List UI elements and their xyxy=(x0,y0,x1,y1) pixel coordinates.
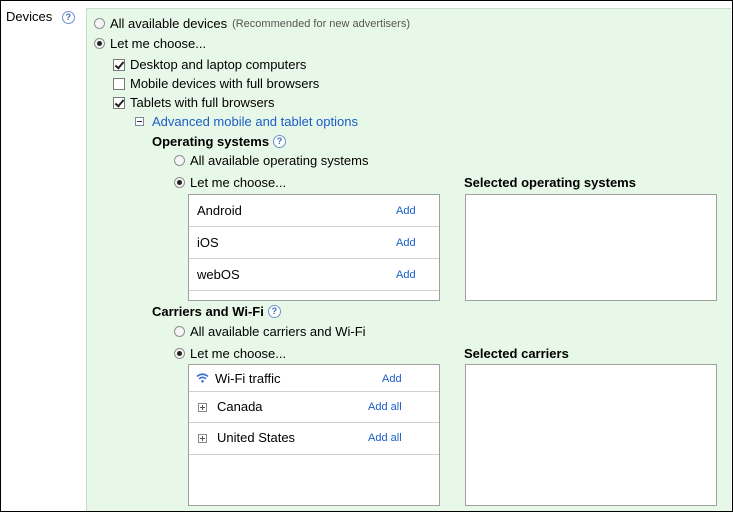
os-item-name: webOS xyxy=(197,267,240,282)
expand-plus-icon[interactable] xyxy=(198,403,207,412)
choose-carriers-radio-row[interactable]: Let me choose... xyxy=(174,346,286,361)
tablets-checkbox[interactable] xyxy=(113,96,125,109)
list-item: United States Add all xyxy=(189,423,439,455)
list-item: webOS Add xyxy=(189,259,439,291)
choose-carriers-label: Let me choose... xyxy=(190,346,287,361)
list-item: Canada Add all xyxy=(189,392,439,423)
selected-carriers-list[interactable] xyxy=(465,364,717,506)
all-carriers-radio[interactable] xyxy=(174,326,185,337)
add-all-carrier-button[interactable]: Add all xyxy=(368,432,402,444)
expand-plus-icon[interactable] xyxy=(198,434,207,443)
collapse-minus-icon[interactable] xyxy=(135,117,144,126)
advanced-options-link[interactable]: Advanced mobile and tablet options xyxy=(152,114,358,129)
devices-label: Devices xyxy=(6,9,53,24)
all-os-radio-row[interactable]: All available operating systems xyxy=(174,153,368,168)
choose-devices-radio-row[interactable]: Let me choose... xyxy=(94,36,206,51)
devices-section-label: Devices ? xyxy=(6,9,75,25)
all-os-label: All available operating systems xyxy=(190,153,369,168)
selected-os-heading-text: Selected operating systems xyxy=(464,175,636,190)
choose-os-label: Let me choose... xyxy=(190,175,287,190)
os-heading: Operating systems ? xyxy=(152,134,287,149)
advanced-options-toggle[interactable]: Advanced mobile and tablet options xyxy=(135,114,358,129)
carrier-item-name: Canada xyxy=(217,399,263,414)
list-item: Wi-Fi traffic Add xyxy=(189,365,439,392)
mobile-checkbox[interactable] xyxy=(113,77,125,90)
selected-carriers-heading: Selected carriers xyxy=(464,346,569,361)
device-option-tablets[interactable]: Tablets with full browsers xyxy=(113,95,275,110)
selected-os-heading: Selected operating systems xyxy=(464,175,636,190)
carriers-heading-text: Carriers and Wi-Fi xyxy=(152,304,264,319)
choose-carriers-radio[interactable] xyxy=(174,348,185,359)
device-option-label: Tablets with full browsers xyxy=(130,95,275,110)
os-item-name: iOS xyxy=(197,235,219,250)
device-option-desktop[interactable]: Desktop and laptop computers xyxy=(113,57,306,72)
device-option-mobile[interactable]: Mobile devices with full browsers xyxy=(113,76,319,91)
carrier-item-name: United States xyxy=(217,430,296,445)
add-carrier-button[interactable]: Add xyxy=(382,373,402,385)
selected-os-list[interactable] xyxy=(465,194,717,301)
all-carriers-radio-row[interactable]: All available carriers and Wi-Fi xyxy=(174,324,366,339)
choose-devices-label: Let me choose... xyxy=(110,36,207,51)
add-os-button[interactable]: Add xyxy=(396,269,416,281)
add-all-carrier-button[interactable]: Add all xyxy=(368,401,402,413)
all-os-radio[interactable] xyxy=(174,155,185,166)
device-option-label: Desktop and laptop computers xyxy=(130,57,307,72)
carriers-heading: Carriers and Wi-Fi ? xyxy=(152,304,281,319)
choose-os-radio[interactable] xyxy=(174,177,185,188)
device-option-label: Mobile devices with full browsers xyxy=(130,76,320,91)
add-os-button[interactable]: Add xyxy=(396,237,416,249)
all-carriers-label: All available carriers and Wi-Fi xyxy=(190,324,366,339)
all-devices-label: All available devices xyxy=(110,16,228,31)
carriers-list[interactable]: Wi-Fi traffic Add Canada Add all United … xyxy=(188,364,440,506)
devices-help-icon[interactable]: ? xyxy=(61,11,75,25)
wifi-icon xyxy=(196,373,209,383)
choose-devices-radio[interactable] xyxy=(94,38,105,49)
os-item-name: Android xyxy=(197,203,242,218)
desktop-checkbox[interactable] xyxy=(113,58,125,71)
carriers-help-icon[interactable]: ? xyxy=(267,305,281,318)
os-heading-text: Operating systems xyxy=(152,134,270,149)
selected-carriers-heading-text: Selected carriers xyxy=(464,346,569,361)
choose-os-radio-row[interactable]: Let me choose... xyxy=(174,175,286,190)
os-help-icon[interactable]: ? xyxy=(273,135,287,148)
list-item: Android Add xyxy=(189,195,439,227)
os-list[interactable]: Android Add iOS Add webOS Add xyxy=(188,194,440,301)
all-devices-radio-row[interactable]: All available devices (Recommended for n… xyxy=(94,16,410,31)
add-os-button[interactable]: Add xyxy=(396,205,416,217)
all-devices-radio[interactable] xyxy=(94,18,105,29)
list-item: iOS Add xyxy=(189,227,439,259)
all-devices-note: (Recommended for new advertisers) xyxy=(232,17,410,30)
carrier-item-name: Wi-Fi traffic xyxy=(215,371,281,386)
